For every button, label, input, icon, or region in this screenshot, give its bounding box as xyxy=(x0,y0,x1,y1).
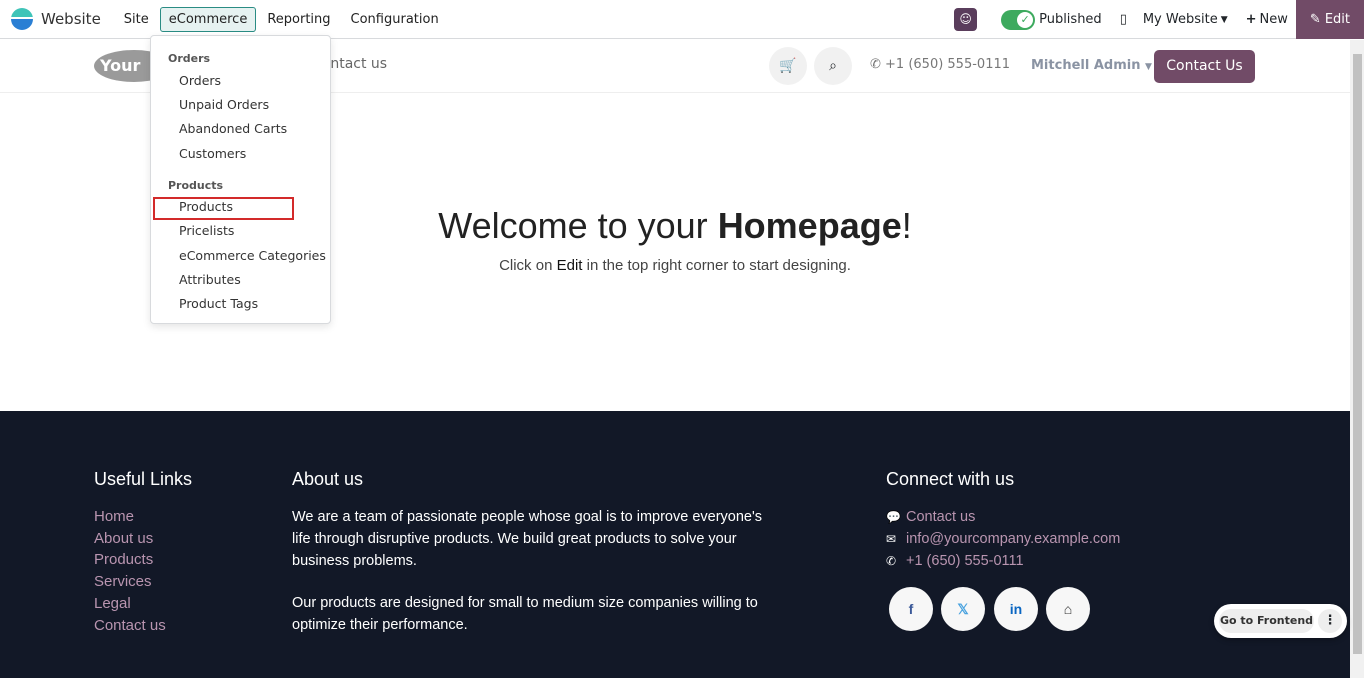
facebook-icon[interactable]: f xyxy=(889,587,933,631)
app-name[interactable]: Website xyxy=(41,10,101,28)
user-name: Mitchell Admin xyxy=(1031,58,1141,73)
caret-down-icon: ▼ xyxy=(1220,14,1228,25)
search-icon[interactable]: ⌕ xyxy=(814,47,852,85)
connect-phone[interactable]: +1 (650) 555-0111 xyxy=(906,553,1024,569)
edit-label: Edit xyxy=(1324,12,1350,27)
ecommerce-dropdown: Orders Orders Unpaid Orders Abandoned Ca… xyxy=(150,35,331,324)
x-icon[interactable]: 𝕏 xyxy=(941,587,985,631)
mobile-preview-icon[interactable]: ▯ xyxy=(1120,12,1127,27)
website-switcher[interactable]: My Website xyxy=(1143,12,1218,27)
published-label[interactable]: Published xyxy=(1039,12,1102,27)
useful-links: Home About us Products Services Legal Co… xyxy=(94,506,166,636)
connect-title: Connect with us xyxy=(886,469,1015,489)
edit-button[interactable]: ✎ Edit xyxy=(1295,0,1364,39)
home-icon[interactable]: ⌂ xyxy=(1046,587,1090,631)
envelope-icon: ✉ xyxy=(886,532,897,546)
footer-link-home[interactable]: Home xyxy=(94,506,166,528)
website-app-icon[interactable] xyxy=(11,8,33,30)
comment-icon: 💬 xyxy=(886,510,901,524)
published-toggle[interactable]: ✓ xyxy=(1001,9,1036,30)
menu-item-abandoned-carts[interactable]: Abandoned Carts xyxy=(179,121,287,136)
menu-item-attributes[interactable]: Attributes xyxy=(179,272,241,287)
phone-icon: ✆ xyxy=(886,554,897,568)
menu-item-ecommerce-categories[interactable]: eCommerce Categories xyxy=(179,248,326,263)
scrollbar[interactable] xyxy=(1350,40,1364,678)
cart-icon[interactable]: 🛒 xyxy=(769,47,807,85)
menu-configuration[interactable]: Configuration xyxy=(342,7,448,32)
products-section-header: Products xyxy=(168,179,224,192)
new-button[interactable]: New xyxy=(1260,12,1288,27)
menu-item-product-tags[interactable]: Product Tags xyxy=(179,296,258,311)
menu-item-customers[interactable]: Customers xyxy=(179,146,246,161)
pencil-icon: ✎ xyxy=(1309,12,1321,27)
go-to-frontend-button[interactable]: Go to Frontend xyxy=(1219,609,1314,633)
menu-item-orders[interactable]: Orders xyxy=(179,73,221,88)
caret-down-icon: ▼ xyxy=(1144,62,1152,72)
about-paragraph-1: We are a team of passionate people whose… xyxy=(292,509,762,569)
kebab-menu-icon[interactable]: ⋮ xyxy=(1318,609,1342,633)
about-text: We are a team of passionate people whose… xyxy=(292,506,772,636)
check-icon: ✓ xyxy=(1017,11,1034,28)
menu-item-unpaid-orders[interactable]: Unpaid Orders xyxy=(179,97,269,112)
connect-email[interactable]: info@yourcompany.example.com xyxy=(906,531,1120,547)
plus-icon: + xyxy=(1245,12,1257,27)
useful-links-title: Useful Links xyxy=(94,469,193,489)
footer-link-legal[interactable]: Legal xyxy=(94,593,166,615)
connect-contact[interactable]: Contact us xyxy=(906,509,975,525)
go-to-frontend-widget: Go to Frontend ⋮ xyxy=(1214,604,1347,638)
menu-ecommerce[interactable]: eCommerce xyxy=(159,6,257,32)
footer-link-contact[interactable]: Contact us xyxy=(94,615,166,637)
footer-link-services[interactable]: Services xyxy=(94,571,166,593)
scrollbar-thumb[interactable] xyxy=(1353,54,1362,654)
user-avatar[interactable]: ☺ xyxy=(954,8,978,31)
connect-list: 💬 Contact us ✉ info@yourcompany.example.co… xyxy=(886,506,1120,572)
footer-link-products[interactable]: Products xyxy=(94,549,166,571)
user-menu[interactable]: Mitchell Admin ▼ xyxy=(1031,58,1152,73)
menu-item-pricelists[interactable]: Pricelists xyxy=(179,223,234,238)
contact-us-button[interactable]: Contact Us xyxy=(1154,50,1255,83)
top-bar: Website Site eCommerce Reporting Configu… xyxy=(0,0,1364,39)
menu-reporting[interactable]: Reporting xyxy=(258,7,339,32)
linkedin-icon[interactable]: in xyxy=(994,587,1038,631)
footer-link-about[interactable]: About us xyxy=(94,528,166,550)
phone-number: +1 (650) 555-0111 xyxy=(885,57,1011,72)
menu-site[interactable]: Site xyxy=(115,7,158,32)
header-phone[interactable]: ✆ +1 (650) 555-0111 xyxy=(870,57,1010,72)
footer: Useful Links Home About us Products Serv… xyxy=(0,411,1350,678)
about-paragraph-2: Our products are designed for small to m… xyxy=(292,595,758,633)
orders-section-header: Orders xyxy=(168,52,211,65)
about-title: About us xyxy=(292,469,364,489)
menu-item-products[interactable]: Products xyxy=(179,199,233,214)
phone-icon: ✆ xyxy=(870,57,886,72)
